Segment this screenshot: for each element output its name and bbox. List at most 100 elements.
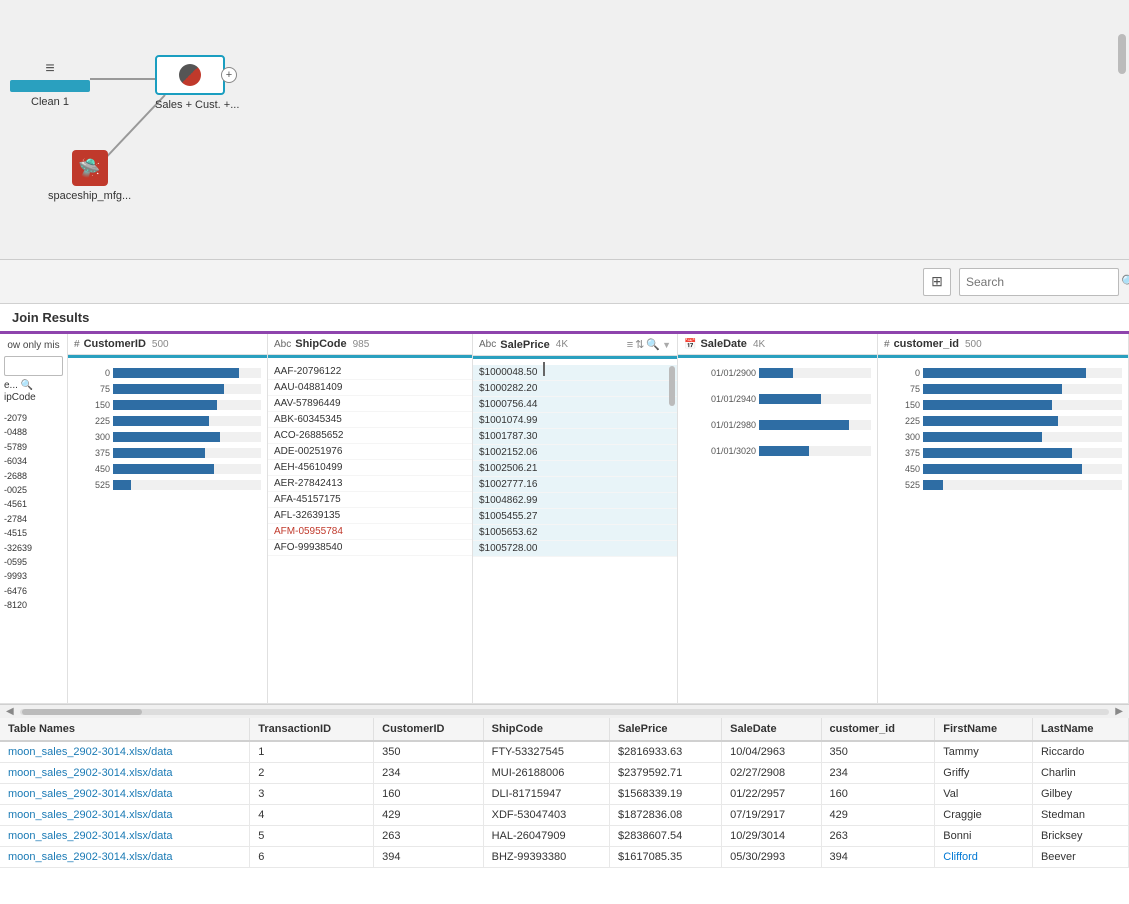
list-item: AFL-32639135 [268, 508, 472, 524]
horizontal-scrollbar[interactable]: ◀ ▶ [0, 704, 1129, 718]
custid-name: customer_id [894, 338, 959, 350]
table-cell[interactable]: moon_sales_2902-3014.xlsx/data [0, 763, 250, 784]
bar-row: 0 [74, 366, 261, 380]
saleprice-type: Abc [479, 339, 496, 350]
spaceship-node[interactable]: 🛸 spaceship_mfg... [48, 150, 131, 202]
table-cell: 01/22/2957 [722, 784, 821, 805]
table-cell: 3 [250, 784, 374, 805]
table-cell[interactable]: moon_sales_2902-3014.xlsx/data [0, 826, 250, 847]
cursor-indicator [543, 362, 545, 376]
list-item: AAV-57896449 [268, 396, 472, 412]
table-cell[interactable]: moon_sales_2902-3014.xlsx/data [0, 784, 250, 805]
bar-row: 01/01/2900 [684, 366, 871, 380]
bar-row: 450 [74, 462, 261, 476]
list-item: AER-27842413 [268, 476, 472, 492]
hscroll-track [20, 709, 1110, 715]
table-cell: 1 [250, 741, 374, 763]
data-table: Table Names TransactionID CustomerID Shi… [0, 718, 1129, 868]
table-cell: $2816933.63 [610, 741, 722, 763]
table-cell: 10/29/3014 [722, 826, 821, 847]
custid-count: 500 [965, 339, 982, 350]
bar-row: 150 [74, 398, 261, 412]
shipcode-name: ShipCode [295, 338, 346, 350]
custid-barchart: 0 75 150 225 300 375 450 525 [878, 362, 1128, 703]
bar-row: 01/01/2980 [684, 418, 871, 432]
saleprice-underline [473, 356, 677, 359]
list-item: $1001787.30 [473, 429, 677, 445]
filter-search-input[interactable] [4, 356, 63, 376]
saleprice-list: $1000048.50 $1000282.20 $1000756.44 $100… [473, 363, 677, 703]
shipcode-underline [268, 355, 472, 358]
bar-row: 525 [884, 478, 1122, 492]
list-item: $1000756.44 [473, 397, 677, 413]
sort-icon[interactable]: ⇅ [635, 338, 644, 351]
search-input[interactable] [966, 275, 1121, 289]
list-item: $1000048.50 [473, 365, 677, 381]
saleprice-vscroll[interactable] [669, 364, 677, 703]
customerid-underline [68, 355, 267, 358]
join-plus-btn[interactable]: + [221, 67, 237, 83]
join-results-header: Join Results [0, 304, 1129, 334]
table-cell: 160 [374, 784, 483, 805]
filter-text: ow only mis [4, 340, 63, 352]
table-cell[interactable]: moon_sales_2902-3014.xlsx/data [0, 847, 250, 868]
th-lastname: LastName [1032, 718, 1128, 741]
th-shipcode: ShipCode [483, 718, 609, 741]
profile-area: ow only mis e... 🔍 ipCode -2079 -0488 -5… [0, 334, 1129, 704]
table-cell: Griffy [935, 763, 1033, 784]
table-cell[interactable]: moon_sales_2902-3014.xlsx/data [0, 805, 250, 826]
list-item: AEH-45610499 [268, 460, 472, 476]
table-cell: MUI-26188006 [483, 763, 609, 784]
table-cell: $1617085.35 [610, 847, 722, 868]
saledate-barchart: 01/01/2900 01/01/2940 01/01/2980 01/01/3… [678, 362, 877, 703]
search-box[interactable]: 🔍 [959, 268, 1119, 296]
bar-row: 450 [884, 462, 1122, 476]
filter-icon[interactable]: ≡ [627, 339, 633, 351]
table-cell: 2 [250, 763, 374, 784]
toolbar: ⊞ 🔍 [0, 260, 1129, 304]
list-item: $1001074.99 [473, 413, 677, 429]
search-col-icon[interactable]: 🔍 [646, 338, 660, 351]
saleprice-name: SalePrice [500, 339, 550, 351]
join-node[interactable]: + Sales + Cust. +... [155, 55, 239, 111]
table-row: moon_sales_2902-3014.xlsx/data6394BHZ-99… [0, 847, 1129, 868]
table-cell: $2379592.71 [610, 763, 722, 784]
table-row: moon_sales_2902-3014.xlsx/data1350FTY-53… [0, 741, 1129, 763]
table-cell: Val [935, 784, 1033, 805]
th-firstname: FirstName [935, 718, 1033, 741]
customerid-count: 500 [152, 339, 169, 350]
connector-lines [0, 0, 1129, 259]
saledate-name: SaleDate [700, 338, 746, 350]
col-header-saledate: 📅 SaleDate 4K [678, 334, 877, 355]
list-item: $1005728.00 [473, 541, 677, 557]
table-cell: 02/27/2908 [722, 763, 821, 784]
data-table-wrap[interactable]: Table Names TransactionID CustomerID Shi… [0, 718, 1129, 904]
clean1-icon: ≡ [45, 60, 54, 78]
col-header-cust-id: # customer_id 500 [878, 334, 1128, 355]
bar-row: 375 [74, 446, 261, 460]
list-item: $1005653.62 [473, 525, 677, 541]
col-profile-cust-id: # customer_id 500 0 75 150 225 300 375 4… [878, 334, 1129, 703]
clean1-node[interactable]: ≡ Clean 1 [10, 60, 90, 108]
table-cell[interactable]: moon_sales_2902-3014.xlsx/data [0, 741, 250, 763]
bar-row: 375 [884, 446, 1122, 460]
bar-row: 75 [74, 382, 261, 396]
grid-view-btn[interactable]: ⊞ [923, 268, 951, 296]
scroll-left-btn[interactable]: ◀ [4, 706, 16, 717]
table-cell: 350 [374, 741, 483, 763]
list-item: $1004862.99 [473, 493, 677, 509]
table-cell: 350 [821, 741, 935, 763]
table-cell: XDF-53047403 [483, 805, 609, 826]
table-cell: 429 [374, 805, 483, 826]
list-item: $1000282.20 [473, 381, 677, 397]
dropdown-icon[interactable]: ▼ [662, 340, 671, 350]
join-node-box[interactable]: + [155, 55, 225, 95]
table-cell: BHZ-99393380 [483, 847, 609, 868]
col-header-customerid: # CustomerID 500 [68, 334, 267, 355]
canvas-area: ≡ Clean 1 + Sales + Cust. +... 🛸 spacesh… [0, 0, 1129, 260]
bar-row: 75 [884, 382, 1122, 396]
table-row: moon_sales_2902-3014.xlsx/data2234MUI-26… [0, 763, 1129, 784]
table-cell: 10/04/2963 [722, 741, 821, 763]
bar-row: 0 [884, 366, 1122, 380]
col-profile-saledate: 📅 SaleDate 4K 01/01/2900 01/01/2940 01/0… [678, 334, 878, 703]
